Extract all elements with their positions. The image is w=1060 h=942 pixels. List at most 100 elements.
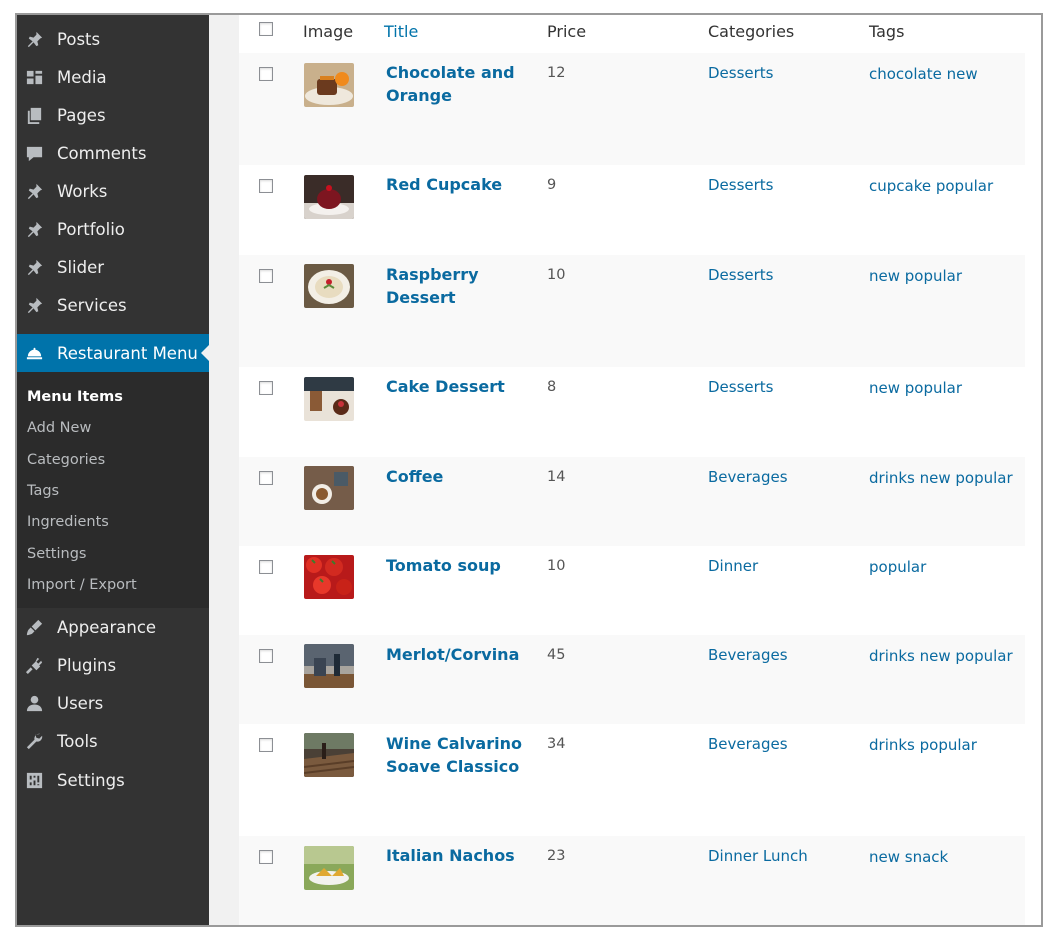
item-title-link[interactable]: Tomato soup [386, 554, 536, 577]
item-tags-link[interactable]: drinks new popular [869, 467, 1019, 489]
table-row: Merlot/Corvina 45 Beverages drinks new p… [239, 635, 1025, 724]
coffee-photo [304, 466, 354, 510]
item-price: 34 [547, 736, 566, 752]
column-image: Image [303, 22, 354, 41]
item-price: 23 [547, 848, 566, 864]
table-row: Red Cupcake 9 Desserts cupcake popular [239, 165, 1025, 255]
pushpin-icon [23, 294, 45, 316]
admin-sidebar: Posts Media Pages Comments Works Portfol… [17, 15, 209, 925]
item-title-link[interactable]: Merlot/Corvina [386, 643, 536, 666]
item-title-link[interactable]: Red Cupcake [386, 173, 536, 196]
row-checkbox[interactable] [259, 649, 273, 663]
item-category-link[interactable]: Dinner [708, 557, 758, 575]
paintbrush-icon [23, 616, 45, 638]
row-checkbox[interactable] [259, 269, 273, 283]
merlot-photo [304, 644, 354, 688]
row-checkbox[interactable] [259, 179, 273, 193]
item-tags-link[interactable]: cupcake popular [869, 175, 1019, 197]
sidebar-item-label: Posts [57, 29, 101, 49]
table-row: Coffee 14 Beverages drinks new popular [239, 457, 1025, 546]
sidebar-item-label: Media [57, 67, 107, 87]
pushpin-icon [23, 180, 45, 202]
item-category-link[interactable]: Beverages [708, 735, 788, 753]
sidebar-item-slider[interactable]: Slider [17, 248, 209, 286]
sidebar-item-label: Pages [57, 105, 106, 125]
column-title[interactable]: Title [384, 22, 418, 41]
sidebar-item-label: Appearance [57, 617, 157, 637]
item-title-link[interactable]: Coffee [386, 465, 536, 488]
row-checkbox[interactable] [259, 381, 273, 395]
item-tags-link[interactable]: chocolate new [869, 63, 1019, 85]
sidebar-item-comments[interactable]: Comments [17, 134, 209, 172]
item-title-link[interactable]: Cake Dessert [386, 375, 536, 398]
submenu-menu-items[interactable]: Menu Items [27, 389, 123, 405]
submenu-categories[interactable]: Categories [27, 452, 105, 468]
sidebar-item-label: Works [57, 181, 108, 201]
media-icon [23, 66, 45, 88]
content-gutter [209, 15, 239, 925]
item-title-link[interactable]: Chocolate and Orange [386, 61, 536, 107]
menu-items-table: Image Title Price Categories Tags Chocol… [239, 15, 1041, 925]
item-tags-link[interactable]: popular [869, 556, 1019, 578]
item-tags-link[interactable]: drinks popular [869, 734, 1019, 756]
table-header: Image Title Price Categories Tags [239, 15, 1025, 54]
sidebar-item-label: Tools [57, 731, 98, 751]
sidebar-item-posts[interactable]: Posts [17, 20, 209, 58]
item-category-link[interactable]: Beverages [708, 468, 788, 486]
plugin-icon [23, 654, 45, 676]
select-all-checkbox[interactable] [259, 22, 273, 36]
submenu-import-export[interactable]: Import / Export [27, 577, 137, 593]
sidebar-item-appearance[interactable]: Appearance [17, 608, 209, 646]
row-checkbox[interactable] [259, 560, 273, 574]
table-row: Italian Nachos 23 Dinner Lunch new snack [239, 836, 1025, 925]
item-title-link[interactable]: Raspberry Dessert [386, 263, 536, 309]
item-tags-link[interactable]: new popular [869, 377, 1019, 399]
pages-icon [23, 104, 45, 126]
submenu-settings[interactable]: Settings [27, 546, 86, 562]
sidebar-item-settings[interactable]: Settings [17, 761, 209, 799]
item-category-link[interactable]: Desserts [708, 64, 774, 82]
item-price: 12 [547, 65, 566, 81]
item-category-link[interactable]: Desserts [708, 378, 774, 396]
submenu-add-new[interactable]: Add New [27, 420, 91, 436]
sidebar-item-tools[interactable]: Tools [17, 722, 209, 760]
column-categories: Categories [708, 22, 795, 41]
table-row: Raspberry Dessert 10 Desserts new popula… [239, 255, 1025, 367]
sidebar-item-pages[interactable]: Pages [17, 96, 209, 134]
table-row: Chocolate and Orange 12 Desserts chocola… [239, 53, 1025, 165]
item-tags-link[interactable]: drinks new popular [869, 645, 1019, 667]
sidebar-item-works[interactable]: Works [17, 172, 209, 210]
sidebar-item-label: Comments [57, 143, 147, 163]
item-category-link[interactable]: Desserts [708, 176, 774, 194]
item-tags-link[interactable]: new snack [869, 846, 1019, 868]
item-category-link[interactable]: Desserts [708, 266, 774, 284]
row-checkbox[interactable] [259, 738, 273, 752]
sidebar-item-media[interactable]: Media [17, 58, 209, 96]
table-row: Tomato soup 10 Dinner popular [239, 546, 1025, 635]
pushpin-icon [23, 218, 45, 240]
item-price: 9 [547, 177, 557, 193]
sidebar-item-label: Restaurant Menu [57, 343, 198, 363]
sidebar-item-users[interactable]: Users [17, 684, 209, 722]
settings-icon [23, 769, 45, 791]
row-checkbox[interactable] [259, 471, 273, 485]
admin-screen: Posts Media Pages Comments Works Portfol… [15, 13, 1043, 927]
item-price: 14 [547, 469, 566, 485]
item-category-link[interactable]: Beverages [708, 646, 788, 664]
table-row: Wine Calvarino Soave Classico 34 Beverag… [239, 724, 1025, 836]
sidebar-item-services[interactable]: Services [17, 286, 209, 324]
cake-dessert-photo [304, 377, 354, 421]
item-title-link[interactable]: Wine Calvarino Soave Classico [386, 732, 536, 778]
sidebar-item-plugins[interactable]: Plugins [17, 646, 209, 684]
sidebar-item-label: Settings [57, 770, 125, 790]
sidebar-item-restaurant-menu[interactable]: Restaurant Menu [17, 334, 209, 372]
item-tags-link[interactable]: new popular [869, 265, 1019, 287]
item-category-link[interactable]: Dinner Lunch [708, 847, 808, 865]
submenu-tags[interactable]: Tags [27, 483, 59, 499]
submenu-ingredients[interactable]: Ingredients [27, 514, 109, 530]
sidebar-item-label: Portfolio [57, 219, 125, 239]
item-title-link[interactable]: Italian Nachos [386, 844, 536, 867]
row-checkbox[interactable] [259, 850, 273, 864]
sidebar-item-portfolio[interactable]: Portfolio [17, 210, 209, 248]
row-checkbox[interactable] [259, 67, 273, 81]
